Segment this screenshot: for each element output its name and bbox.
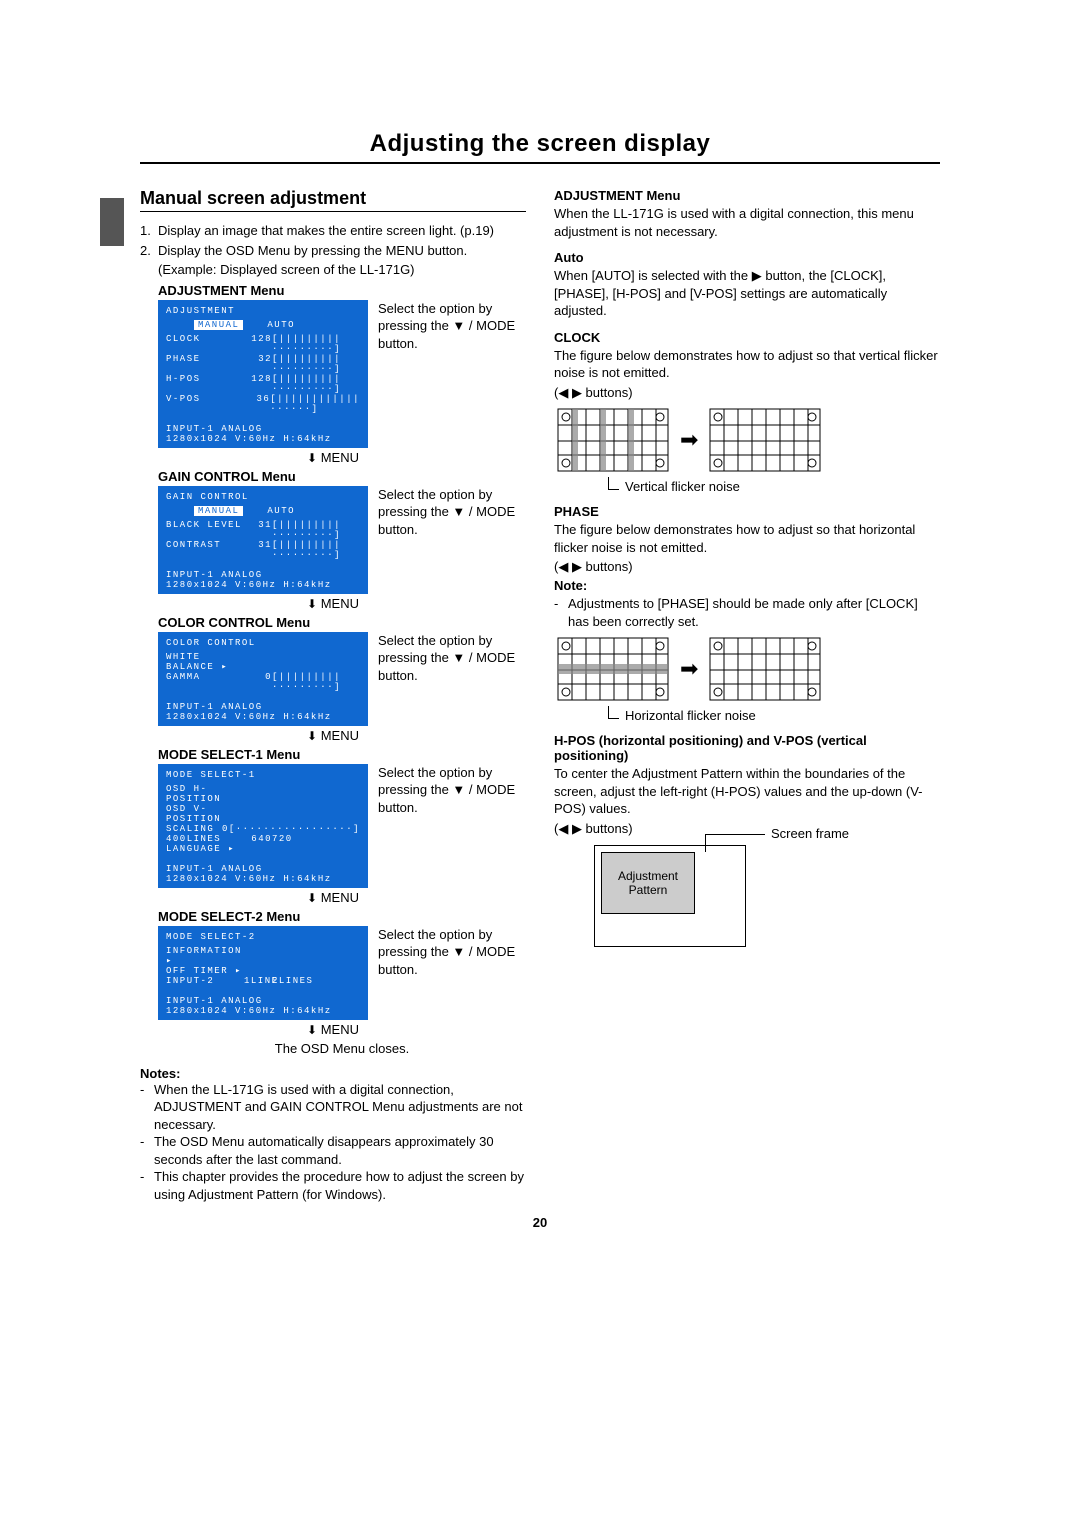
osd-menu-label: MODE SELECT-1 Menu: [158, 747, 526, 762]
step-1-number: 1.: [140, 222, 158, 240]
phase-text: The figure below demonstrates how to adj…: [554, 521, 940, 556]
clock-buttons-label: (◀ ▶ buttons): [554, 384, 940, 402]
step-2-number: 2.: [140, 242, 158, 260]
example-note: (Example: Displayed screen of the LL-171…: [158, 261, 526, 279]
menu-down-arrow: ⬇ MENU: [140, 728, 526, 743]
phase-fig-after: [706, 634, 824, 704]
phase-note: -Adjustments to [PHASE] should be made o…: [554, 595, 940, 630]
adjustment-pattern-box: Adjustment Pattern: [601, 852, 695, 914]
arrow-down-icon: ⬇: [307, 1023, 317, 1037]
arrow-right-icon: ➡: [680, 656, 698, 682]
menu-down-arrow: ⬇ MENU: [140, 450, 526, 465]
osd-menu-label: ADJUSTMENT Menu: [158, 283, 526, 298]
notes-heading: Notes:: [140, 1066, 526, 1081]
note-1: -When the LL-171G is used with a digital…: [140, 1081, 526, 1134]
phase-heading: PHASE: [554, 504, 940, 519]
osd-side-instruction: Select the option by pressing the ▼ / MO…: [378, 764, 526, 817]
osd-menu-row: GAIN CONTROLMANUALAUTOBLACK LEVEL31 [|||…: [158, 486, 526, 594]
osd-menu-label: GAIN CONTROL Menu: [158, 469, 526, 484]
clock-text: The figure below demonstrates how to adj…: [554, 347, 940, 382]
phase-buttons-label: (◀ ▶ buttons): [554, 558, 940, 576]
osd-menu-row: ADJUSTMENTMANUALAUTOCLOCK128 [|||||||||·…: [158, 300, 526, 448]
arrow-down-icon: ⬇: [307, 729, 317, 743]
phase-fig-before: [554, 634, 672, 704]
menu-down-arrow: ⬇ MENU: [140, 1022, 526, 1037]
osd-screenshot: GAIN CONTROLMANUALAUTOBLACK LEVEL31 [|||…: [158, 486, 368, 594]
osd-side-instruction: Select the option by pressing the ▼ / MO…: [378, 632, 526, 685]
phase-caption: Horizontal flicker noise: [608, 708, 940, 723]
clock-fig-before: [554, 405, 672, 475]
arrow-down-icon: ⬇: [307, 597, 317, 611]
clock-heading: CLOCK: [554, 330, 940, 345]
adjustment-menu-text: When the LL-171G is used with a digital …: [554, 205, 940, 240]
step-1: 1. Display an image that makes the entir…: [140, 222, 526, 240]
osd-menu-row: MODE SELECT-2INFORMATION ▸ OFF TIMER ▸ I…: [158, 926, 526, 1020]
osd-menu-label: COLOR CONTROL Menu: [158, 615, 526, 630]
menu-down-arrow: ⬇ MENU: [140, 596, 526, 611]
osd-screenshot: ADJUSTMENTMANUALAUTOCLOCK128 [|||||||||·…: [158, 300, 368, 448]
frame-figure: Screen frame Adjustment Pattern: [554, 845, 940, 947]
note-3: -This chapter provides the procedure how…: [140, 1168, 526, 1203]
osd-screenshot: COLOR CONTROLWHITE BALANCE ▸ GAMMA0 [|||…: [158, 632, 368, 726]
arrow-down-icon: ⬇: [307, 891, 317, 905]
step-1-text: Display an image that makes the entire s…: [158, 222, 526, 240]
page-side-tab: [100, 198, 124, 246]
osd-menu-label: MODE SELECT-2 Menu: [158, 909, 526, 924]
step-2: 2. Display the OSD Menu by pressing the …: [140, 242, 526, 260]
osd-screenshot: MODE SELECT-2INFORMATION ▸ OFF TIMER ▸ I…: [158, 926, 368, 1020]
step-2-text: Display the OSD Menu by pressing the MEN…: [158, 242, 526, 260]
osd-close-text: The OSD Menu closes.: [158, 1041, 526, 1056]
note-2: -The OSD Menu automatically disappears a…: [140, 1133, 526, 1168]
osd-menu-row: MODE SELECT-1OSD H-POSITION OSD V-POSITI…: [158, 764, 526, 888]
hvpos-text: To center the Adjustment Pattern within …: [554, 765, 940, 818]
adjustment-menu-heading: ADJUSTMENT Menu: [554, 188, 940, 203]
menu-down-arrow: ⬇ MENU: [140, 890, 526, 905]
arrow-right-icon: ➡: [680, 427, 698, 453]
osd-side-instruction: Select the option by pressing the ▼ / MO…: [378, 300, 526, 353]
auto-heading: Auto: [554, 250, 940, 265]
clock-fig-after: [706, 405, 824, 475]
auto-text: When [AUTO] is selected with the ▶ butto…: [554, 267, 940, 320]
arrow-down-icon: ⬇: [307, 451, 317, 465]
osd-menu-row: COLOR CONTROLWHITE BALANCE ▸ GAMMA0 [|||…: [158, 632, 526, 726]
osd-side-instruction: Select the option by pressing the ▼ / MO…: [378, 926, 526, 979]
osd-screenshot: MODE SELECT-1OSD H-POSITION OSD V-POSITI…: [158, 764, 368, 888]
section-manual-adjustment: Manual screen adjustment: [140, 188, 526, 212]
page-number: 20: [140, 1215, 940, 1230]
clock-figure: ➡: [554, 405, 940, 475]
clock-caption: Vertical flicker noise: [608, 479, 940, 494]
phase-figure: ➡: [554, 634, 940, 704]
screen-frame-label: Screen frame: [771, 826, 849, 841]
osd-side-instruction: Select the option by pressing the ▼ / MO…: [378, 486, 526, 539]
phase-note-heading: Note:: [554, 578, 940, 593]
page-title: Adjusting the screen display: [140, 130, 940, 164]
hvpos-heading: H-POS (horizontal positioning) and V-POS…: [554, 733, 940, 763]
